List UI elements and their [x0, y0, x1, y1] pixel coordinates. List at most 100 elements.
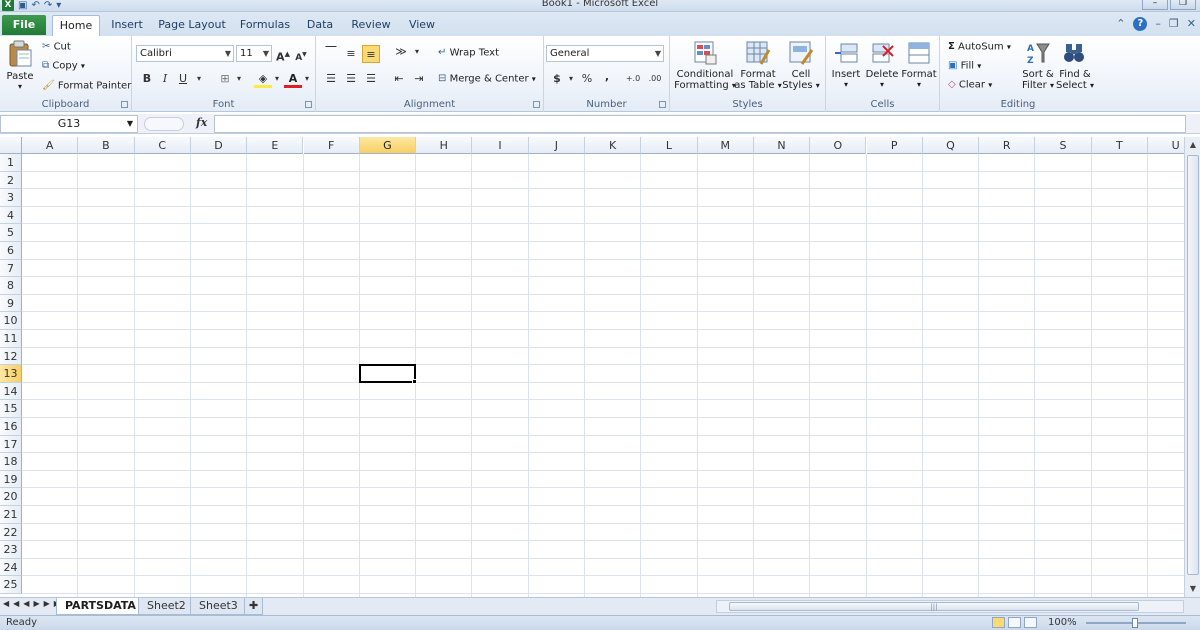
sort-filter-dropdown-icon[interactable]: ▾	[1050, 81, 1054, 90]
row-header-11[interactable]: 11	[0, 330, 22, 348]
insert-function-button[interactable]: fx	[196, 116, 207, 129]
grow-font-button[interactable]: A▲	[274, 45, 292, 64]
column-header-f[interactable]: F	[303, 137, 360, 154]
conditional-formatting-button[interactable]: Conditional Formatting ▾	[674, 40, 736, 91]
help-icon[interactable]: ?	[1133, 17, 1148, 31]
vertical-scroll-thumb[interactable]	[1187, 155, 1199, 575]
minimize-icon[interactable]: –	[1142, 0, 1168, 10]
column-header-b[interactable]: B	[78, 137, 135, 154]
zoom-level[interactable]: 100%	[1048, 617, 1077, 628]
column-header-g[interactable]: G	[359, 137, 417, 154]
name-box-dropdown-icon[interactable]: ▼	[127, 116, 133, 132]
active-cell[interactable]	[358, 364, 417, 383]
fill-button[interactable]: ▣ Fill ▾	[948, 60, 981, 72]
row-header-22[interactable]: 22	[0, 523, 22, 542]
sheet-tab-partsdata[interactable]: PARTSDATA	[56, 598, 145, 615]
row-header-21[interactable]: 21	[0, 506, 22, 524]
restore-icon[interactable]: ❐	[1170, 0, 1196, 10]
column-header-u[interactable]: U	[1148, 137, 1184, 154]
row-header-15[interactable]: 15	[0, 400, 22, 418]
column-header-h[interactable]: H	[416, 137, 473, 154]
column-header-e[interactable]: E	[247, 137, 304, 154]
row-header-17[interactable]: 17	[0, 435, 22, 454]
formula-input[interactable]	[214, 115, 1186, 133]
row-header-10[interactable]: 10	[0, 312, 22, 330]
format-cells-button[interactable]: Format ▾	[900, 40, 938, 89]
column-header-i[interactable]: I	[472, 137, 529, 154]
format-cells-dropdown-icon[interactable]: ▾	[900, 80, 938, 89]
minimize-ribbon-icon[interactable]: ⌃	[1116, 17, 1125, 31]
comma-button[interactable]: ,	[598, 68, 616, 86]
decrease-decimal-button[interactable]: .00	[646, 70, 664, 88]
column-header-l[interactable]: L	[641, 137, 698, 154]
row-header-12[interactable]: 12	[0, 347, 22, 366]
copy-button[interactable]: ⧉ Copy ▾	[42, 60, 85, 72]
normal-view-icon[interactable]	[992, 617, 1005, 628]
merge-center-button[interactable]: ⊟ Merge & Center ▾	[438, 73, 536, 85]
vertical-scrollbar[interactable]: ▲ ▼	[1184, 137, 1200, 600]
tab-insert[interactable]: Insert	[106, 15, 148, 36]
cut-button[interactable]: ✂ Cut	[42, 41, 71, 53]
number-format-combo[interactable]: General ▼	[546, 45, 664, 62]
number-launcher-icon[interactable]	[659, 101, 666, 108]
row-header-20[interactable]: 20	[0, 488, 22, 506]
autosum-button[interactable]: Σ AutoSum ▾	[948, 41, 1011, 53]
font-name-dropdown-icon[interactable]: ▼	[225, 46, 231, 61]
row-header-23[interactable]: 23	[0, 541, 22, 559]
italic-button[interactable]: I	[156, 70, 174, 88]
row-header-9[interactable]: 9	[0, 294, 22, 313]
column-header-a[interactable]: A	[22, 137, 79, 154]
row-header-7[interactable]: 7	[0, 259, 22, 278]
insert-cells-dropdown-icon[interactable]: ▾	[828, 80, 864, 89]
format-painter-button[interactable]: 🖌 Format Painter	[42, 80, 131, 92]
tab-file[interactable]: File	[2, 15, 46, 35]
row-header-2[interactable]: 2	[0, 171, 22, 190]
insert-sheet-icon[interactable]: ✚	[244, 598, 264, 615]
bold-button[interactable]: B	[138, 70, 156, 88]
tab-home[interactable]: Home	[52, 15, 100, 36]
column-header-n[interactable]: N	[753, 137, 811, 154]
format-as-table-button[interactable]: Format as Table ▾	[734, 40, 782, 91]
column-header-d[interactable]: D	[190, 137, 248, 154]
sort-filter-button[interactable]: A Z Sort & Filter ▾	[1020, 40, 1056, 91]
delete-cells-dropdown-icon[interactable]: ▾	[864, 80, 900, 89]
orientation-dropdown-icon[interactable]: ▾	[408, 43, 426, 61]
tab-data[interactable]: Data	[302, 15, 338, 36]
page-break-view-icon[interactable]	[1024, 617, 1037, 628]
bottom-align-icon[interactable]: ≡	[362, 45, 380, 63]
workbook-restore-icon[interactable]: ❐	[1169, 17, 1179, 31]
name-box[interactable]: G13 ▼	[0, 115, 138, 133]
worksheet-grid[interactable]: A B C D E F G H I J K L M N O P Q R S T U 1 2 3 4 5 6 7 8 9 10 11 12 13 14…	[0, 137, 1184, 597]
align-right-icon[interactable]: ☰	[362, 70, 380, 88]
borders-dropdown-icon[interactable]: ▾	[230, 70, 248, 88]
clear-button[interactable]: ◇ Clear ▾	[948, 79, 992, 91]
row-header-8[interactable]: 8	[0, 277, 22, 295]
column-header-o[interactable]: O	[810, 137, 867, 154]
percent-button[interactable]: %	[578, 70, 596, 88]
clear-dropdown-icon[interactable]: ▾	[988, 81, 992, 90]
middle-align-icon[interactable]: ≡	[342, 45, 360, 63]
fill-dropdown-icon[interactable]: ▾	[977, 62, 981, 71]
row-header-18[interactable]: 18	[0, 453, 22, 471]
column-header-k[interactable]: K	[585, 137, 642, 154]
paste-button[interactable]: Paste ▾	[4, 40, 36, 94]
workbook-minimize-icon[interactable]: –	[1155, 17, 1161, 31]
insert-cells-button[interactable]: Insert ▾	[828, 40, 864, 89]
column-header-j[interactable]: J	[528, 137, 585, 154]
find-select-dropdown-icon[interactable]: ▾	[1090, 81, 1094, 90]
fill-handle[interactable]	[412, 378, 418, 384]
align-left-icon[interactable]: ☰	[322, 70, 340, 88]
column-header-q[interactable]: Q	[922, 137, 980, 154]
column-header-c[interactable]: C	[134, 137, 191, 154]
row-header-24[interactable]: 24	[0, 558, 22, 577]
tab-formulas[interactable]: Formulas	[236, 15, 294, 36]
row-header-6[interactable]: 6	[0, 242, 22, 260]
horizontal-scrollbar[interactable]: |||	[716, 600, 1184, 613]
column-header-t[interactable]: T	[1091, 137, 1148, 154]
column-header-r[interactable]: R	[979, 137, 1036, 154]
horizontal-scroll-thumb[interactable]: |||	[729, 602, 1139, 611]
sheet-tab-sheet3[interactable]: Sheet3	[190, 598, 247, 615]
increase-decimal-button[interactable]: +.0	[624, 70, 642, 88]
scroll-up-icon[interactable]: ▲	[1185, 137, 1200, 153]
underline-dropdown-icon[interactable]: ▾	[190, 70, 208, 88]
